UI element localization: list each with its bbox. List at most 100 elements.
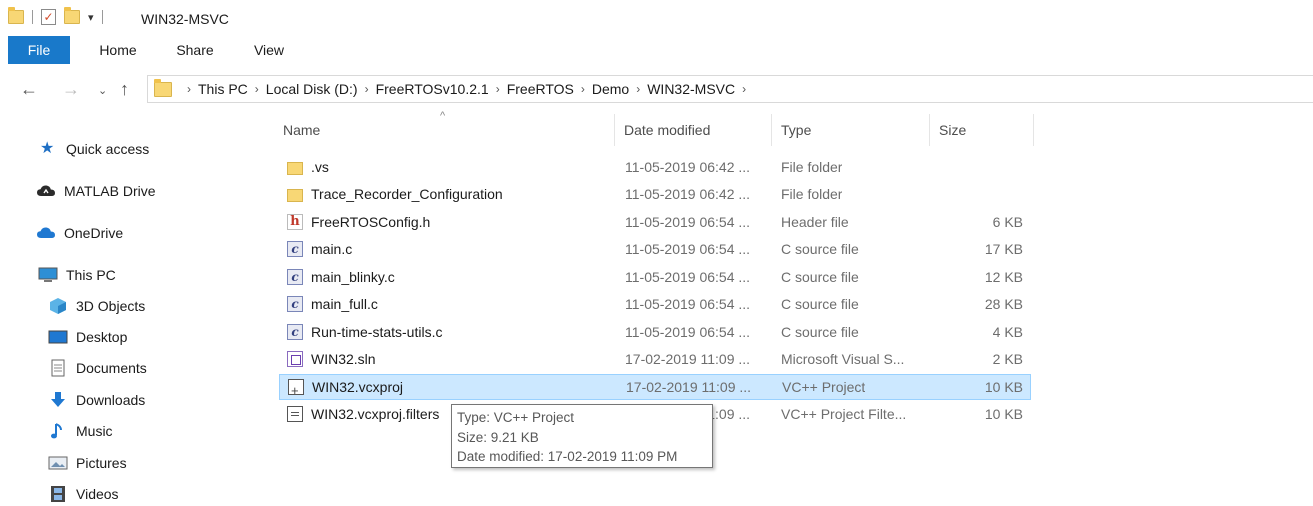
forward-arrow-icon[interactable]: →	[62, 79, 80, 100]
file-date: 17-02-2019 11:09 ...	[625, 351, 751, 367]
recent-locations-chevron-icon[interactable]: ⌄	[98, 84, 107, 97]
file-name-cell: WIN32.sln	[287, 346, 617, 372]
sidebar-item-pictures[interactable]: Pictures	[48, 454, 127, 472]
file-date: 11-05-2019 06:54 ...	[625, 296, 751, 312]
chevron-right-icon[interactable]: ›	[742, 82, 746, 96]
sidebar-item-3d-objects[interactable]: 3D Objects	[48, 297, 145, 315]
file-info-tooltip: Type: VC++ Project Size: 9.21 KB Date mo…	[451, 404, 713, 468]
sidebar-item-desktop[interactable]: Desktop	[48, 328, 127, 346]
file-date: 11-05-2019 06:42 ...	[625, 186, 751, 202]
column-name[interactable]: Name	[283, 114, 320, 146]
file-name-cell: c main_full.c	[287, 291, 617, 317]
header-file-icon: h	[287, 214, 303, 230]
project-file-icon	[288, 378, 304, 400]
file-type: Header file	[781, 214, 849, 230]
breadcrumb-freertosv10[interactable]: FreeRTOSv10.2.1	[376, 81, 489, 97]
file-name: WIN32.sln	[311, 351, 376, 367]
folder-icon	[287, 188, 303, 202]
computer-icon	[38, 266, 58, 284]
file-row-trace-recorder[interactable]: Trace_Recorder_Configuration 11-05-2019 …	[279, 181, 1031, 207]
file-row-freertosconfig[interactable]: h FreeRTOSConfig.h 11-05-2019 06:54 ... H…	[279, 209, 1031, 235]
file-name: main_full.c	[311, 296, 378, 312]
file-row-main-c[interactable]: c main.c 11-05-2019 06:54 ... C source fi…	[279, 236, 1031, 262]
properties-icon[interactable]: ✓	[41, 9, 56, 25]
column-size[interactable]: Size	[939, 114, 966, 146]
chevron-right-icon[interactable]: ›	[187, 82, 191, 96]
column-divider[interactable]	[771, 114, 772, 146]
file-date: 11-05-2019 06:54 ...	[625, 324, 751, 340]
customize-toolbar-icon[interactable]: ▾	[88, 11, 94, 24]
breadcrumb-freertos[interactable]: FreeRTOS	[507, 81, 574, 97]
filters-file-icon	[287, 406, 303, 422]
breadcrumb-local-disk[interactable]: Local Disk (D:)	[266, 81, 358, 97]
tab-home[interactable]: Home	[98, 36, 138, 64]
column-type[interactable]: Type	[781, 114, 811, 146]
c-source-file-icon: c	[287, 296, 303, 312]
chevron-right-icon[interactable]: ›	[255, 82, 259, 96]
file-type: C source file	[781, 324, 859, 340]
file-type: C source file	[781, 269, 859, 285]
sidebar-item-label: 3D Objects	[76, 298, 146, 314]
sidebar-item-label: Quick access	[66, 141, 150, 157]
cube-icon	[48, 297, 68, 315]
sidebar-item-label: Downloads	[76, 392, 146, 408]
chevron-right-icon[interactable]: ›	[636, 82, 640, 96]
file-name: .vs	[311, 159, 329, 175]
file-size: 28 KB	[984, 296, 1023, 312]
new-folder-icon[interactable]	[64, 7, 80, 24]
chevron-right-icon[interactable]: ›	[496, 82, 500, 96]
file-type: VC++ Project Filte...	[781, 406, 907, 422]
column-divider[interactable]	[929, 114, 930, 146]
file-row-vs[interactable]: .vs 11-05-2019 06:42 ... File folder	[279, 154, 1031, 180]
file-row-main-full[interactable]: c main_full.c 11-05-2019 06:54 ... C sour…	[279, 291, 1031, 317]
tab-share[interactable]: Share	[175, 36, 215, 64]
sidebar-item-label: Videos	[76, 486, 119, 502]
column-header: ^ Name Date modified Type Size	[262, 110, 1042, 146]
breadcrumb-this-pc[interactable]: This PC	[198, 81, 248, 97]
file-date: 11-05-2019 06:54 ...	[625, 241, 751, 257]
tab-file[interactable]: File	[8, 36, 70, 64]
sidebar-item-videos[interactable]: Videos	[48, 485, 119, 503]
tab-view[interactable]: View	[252, 36, 286, 64]
file-row-main-blinky[interactable]: c main_blinky.c 11-05-2019 06:54 ... C so…	[279, 264, 1031, 290]
sidebar-item-label: This PC	[66, 267, 116, 283]
column-divider[interactable]	[614, 114, 615, 146]
sidebar-item-quick-access[interactable]: ★ Quick access	[40, 140, 149, 158]
solution-file-icon	[287, 351, 303, 367]
sidebar-item-documents[interactable]: Documents	[48, 359, 147, 377]
star-icon: ★	[40, 140, 55, 157]
file-row-win32-sln[interactable]: WIN32.sln 17-02-2019 11:09 ... Microsoft…	[279, 346, 1031, 372]
file-size: 10 KB	[984, 406, 1023, 422]
file-size: 6 KB	[992, 214, 1023, 230]
sidebar-item-downloads[interactable]: Downloads	[48, 391, 145, 409]
column-date-modified[interactable]: Date modified	[624, 114, 710, 146]
breadcrumb-demo[interactable]: Demo	[592, 81, 629, 97]
file-type: VC++ Project	[782, 379, 866, 395]
separator	[101, 10, 103, 24]
file-type: C source file	[781, 296, 859, 312]
cloud-icon	[36, 224, 56, 242]
sidebar-item-onedrive[interactable]: OneDrive	[36, 224, 123, 242]
breadcrumb-win32-msvc[interactable]: WIN32-MSVC	[647, 81, 735, 97]
address-bar[interactable]: › This PC › Local Disk (D:) › FreeRTOSv1…	[147, 75, 1313, 103]
chevron-right-icon[interactable]: ›	[581, 82, 585, 96]
file-row-run-time-stats[interactable]: c Run-time-stats-utils.c 11-05-2019 06:54…	[279, 319, 1031, 345]
sidebar-item-matlab-drive[interactable]: MATLAB Drive	[36, 182, 156, 200]
music-note-icon	[48, 422, 68, 440]
column-divider[interactable]	[1033, 114, 1034, 146]
file-date: 11-05-2019 06:54 ...	[625, 269, 751, 285]
sidebar-item-this-pc[interactable]: This PC	[38, 266, 116, 284]
file-name: Trace_Recorder_Configuration	[311, 186, 503, 202]
file-row-win32-vcxproj[interactable]: WIN32.vcxproj 17-02-2019 11:09 ... VC++ …	[279, 374, 1031, 400]
file-size: 17 KB	[984, 241, 1023, 257]
chevron-right-icon[interactable]: ›	[365, 82, 369, 96]
sort-ascending-icon: ^	[440, 110, 446, 122]
back-arrow-icon[interactable]: ←	[20, 79, 38, 100]
c-source-file-icon: c	[287, 324, 303, 340]
file-date: 11-05-2019 06:54 ...	[625, 214, 751, 230]
desktop-icon	[48, 328, 68, 346]
file-name: WIN32.vcxproj	[312, 379, 404, 395]
c-source-file-icon: c	[287, 269, 303, 285]
sidebar-item-music[interactable]: Music	[48, 422, 113, 440]
up-arrow-icon[interactable]: ↑	[120, 79, 129, 100]
